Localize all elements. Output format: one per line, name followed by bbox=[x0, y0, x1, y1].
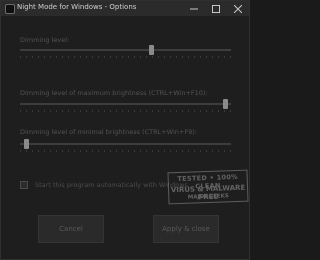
slider-track bbox=[20, 143, 231, 145]
cancel-button[interactable]: Cancel bbox=[38, 215, 104, 243]
dimming-level-label: Dimming level: bbox=[20, 36, 70, 44]
slider-thumb[interactable] bbox=[222, 99, 228, 109]
minimize-icon bbox=[190, 8, 198, 9]
close-button[interactable] bbox=[227, 1, 249, 16]
max-brightness-slider[interactable] bbox=[20, 98, 231, 112]
options-window: Night Mode for Windows - Options Dimming… bbox=[0, 0, 250, 260]
min-brightness-slider[interactable] bbox=[20, 138, 231, 152]
slider-track bbox=[20, 103, 231, 105]
slider-track bbox=[20, 49, 231, 51]
apply-close-button[interactable]: Apply & close bbox=[153, 215, 219, 243]
autostart-option[interactable]: Start this program automatically with Wi… bbox=[20, 179, 188, 191]
slider-ticks bbox=[20, 150, 231, 152]
app-icon bbox=[5, 4, 15, 14]
slider-thumb[interactable] bbox=[148, 45, 154, 55]
dimming-level-slider[interactable] bbox=[20, 44, 231, 58]
max-brightness-label: Dimming level of maximum brightness (CTR… bbox=[20, 89, 208, 97]
maximize-button[interactable] bbox=[205, 1, 227, 16]
close-icon bbox=[234, 4, 242, 13]
slider-thumb[interactable] bbox=[24, 139, 30, 149]
autostart-checkbox[interactable] bbox=[20, 181, 28, 189]
tested-clean-badge: TESTED • 100% CLEAN VIRUS & MALWARE FREE… bbox=[165, 168, 249, 207]
slider-ticks bbox=[20, 56, 231, 58]
minimize-button[interactable] bbox=[183, 1, 205, 16]
window-title: Night Mode for Windows - Options bbox=[17, 3, 137, 11]
slider-ticks bbox=[20, 110, 231, 112]
maximize-icon bbox=[212, 4, 220, 13]
title-bar[interactable]: Night Mode for Windows - Options bbox=[1, 1, 249, 16]
min-brightness-label: Dimming level of minimal brightness (CTR… bbox=[20, 128, 197, 136]
